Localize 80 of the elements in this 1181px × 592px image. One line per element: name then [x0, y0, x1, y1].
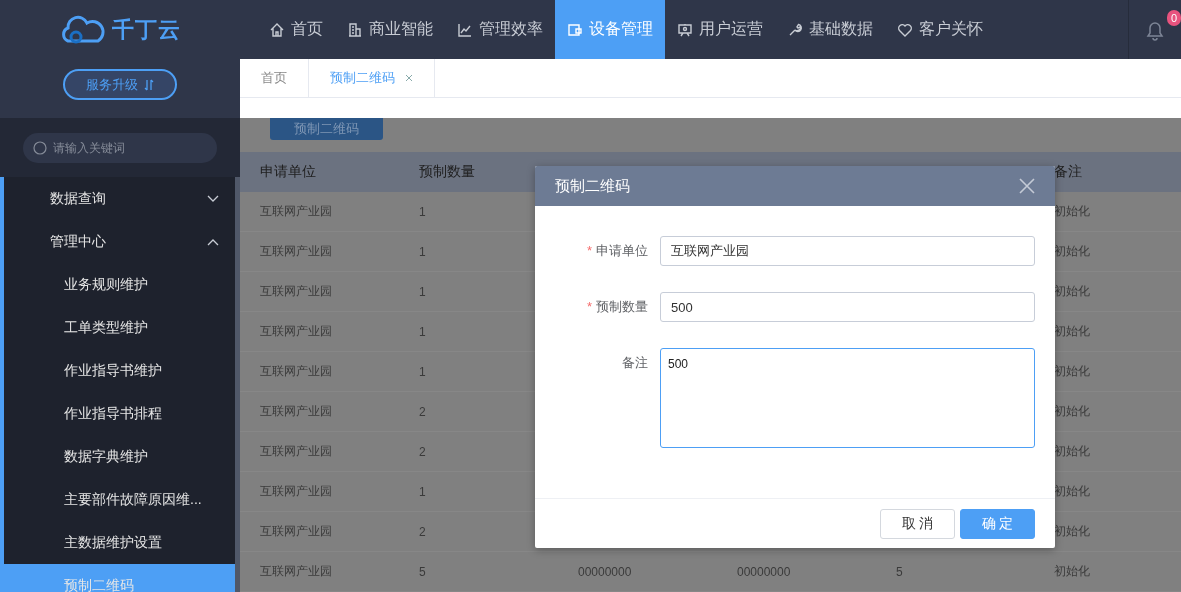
nav-item[interactable]: 商业智能: [335, 0, 445, 59]
menu-item[interactable]: 主要部件故障原因维...: [4, 478, 235, 521]
menu-item[interactable]: 工单类型维护: [4, 306, 235, 349]
table-cell-text: 1: [419, 244, 427, 259]
table-cell-text: 5: [896, 564, 904, 579]
nav-item[interactable]: 用户运营: [665, 0, 775, 59]
cloud-logo-icon: [59, 14, 106, 45]
column-header: 申请单位: [260, 163, 317, 181]
table-cell-text: 00000000: [578, 564, 633, 579]
search-icon: [33, 140, 47, 155]
input-field[interactable]: 500: [660, 292, 1035, 322]
table-cell-text: 2: [419, 444, 427, 459]
field-label: * 申请单位: [585, 242, 649, 260]
building-icon: [347, 21, 363, 38]
table-cell-text: 初始化: [1054, 363, 1091, 380]
table-cell-text: 初始化: [1054, 323, 1091, 340]
nav-item[interactable]: 客户关怀: [885, 0, 995, 59]
table-cell-text: 初始化: [1054, 403, 1091, 420]
table-cell-text: 互联网产业园: [260, 563, 333, 580]
menu-item[interactable]: 业务规则维护: [4, 263, 235, 306]
dialog-title: 预制二维码: [555, 176, 630, 196]
table-cell-text: 1: [419, 204, 427, 219]
chevron-up-icon: [207, 237, 219, 246]
table-cell-text: 初始化: [1054, 243, 1091, 260]
wallet-icon: [567, 21, 583, 38]
table-cell-text: 初始化: [1054, 563, 1091, 580]
menu-item[interactable]: 数据字典维护: [4, 435, 235, 478]
close-button[interactable]: [1019, 178, 1035, 194]
table-cell-text: 互联网产业园: [260, 403, 333, 420]
table-cell-text: 00000000: [737, 564, 792, 579]
required-mark: *: [586, 243, 592, 258]
nav-item[interactable]: 首页: [257, 0, 335, 59]
table-cell-text: 1: [419, 484, 427, 499]
field-label: * 预制数量: [585, 298, 649, 316]
required-mark: *: [586, 299, 592, 314]
wrench-icon: [787, 21, 803, 38]
menu-group[interactable]: 管理中心: [4, 220, 235, 263]
table-cell-text: 1: [419, 284, 427, 299]
notification-badge: 0: [1167, 10, 1181, 26]
logo-text: 千丁云: [111, 15, 181, 44]
upgrade-button[interactable]: 服务升级: [63, 69, 177, 100]
close-icon[interactable]: [405, 74, 413, 82]
table-cell-text: 初始化: [1054, 443, 1091, 460]
easel-icon: [677, 21, 693, 38]
table-cell-text: 2: [419, 524, 427, 539]
table-cell-text: 1: [419, 324, 427, 339]
field-label: 备注: [621, 354, 649, 372]
table-cell-text: 互联网产业园: [260, 483, 333, 500]
swap-arrows-icon: [144, 78, 154, 91]
home-icon: [269, 21, 285, 38]
nav-item[interactable]: 基础数据: [775, 0, 885, 59]
page-tab[interactable]: 首页: [240, 59, 309, 97]
table-cell-text: 初始化: [1054, 523, 1091, 540]
search-field[interactable]: 请输入关键词: [23, 132, 217, 163]
table-cell-text: 互联网产业园: [260, 523, 333, 540]
menu-group[interactable]: 数据查询: [4, 177, 235, 220]
chart-icon: [457, 21, 473, 38]
table-cell-text: 互联网产业园: [260, 443, 333, 460]
input-field[interactable]: 互联网产业园: [660, 236, 1035, 266]
table-cell-text: 2: [419, 404, 427, 419]
table-cell-text: 初始化: [1054, 203, 1091, 220]
table-cell-text: 互联网产业园: [260, 363, 333, 380]
remark-field[interactable]: 500: [660, 348, 1035, 448]
table-cell-text: 互联网产业园: [260, 203, 333, 220]
table-cell-text: 5: [419, 564, 427, 579]
table-cell-text: 1: [419, 364, 427, 379]
column-header: 预制数量: [419, 163, 476, 181]
table-cell-text: 互联网产业园: [260, 323, 333, 340]
column-header: 备注: [1054, 163, 1083, 181]
cancel-button[interactable]: 取 消: [880, 508, 955, 539]
heart-icon: [897, 21, 913, 38]
nav-item[interactable]: 管理效率: [445, 0, 555, 59]
menu-item[interactable]: 作业指导书维护: [4, 349, 235, 392]
table-cell-text: 互联网产业园: [260, 283, 333, 300]
table-cell-text: 初始化: [1054, 283, 1091, 300]
menu-item[interactable]: 主数据维护设置: [4, 521, 235, 564]
menu-item[interactable]: 作业指导书排程: [4, 392, 235, 435]
table-cell-text: 初始化: [1054, 483, 1091, 500]
table-cell-text: 互联网产业园: [260, 243, 333, 260]
chevron-down-icon: [207, 194, 219, 203]
